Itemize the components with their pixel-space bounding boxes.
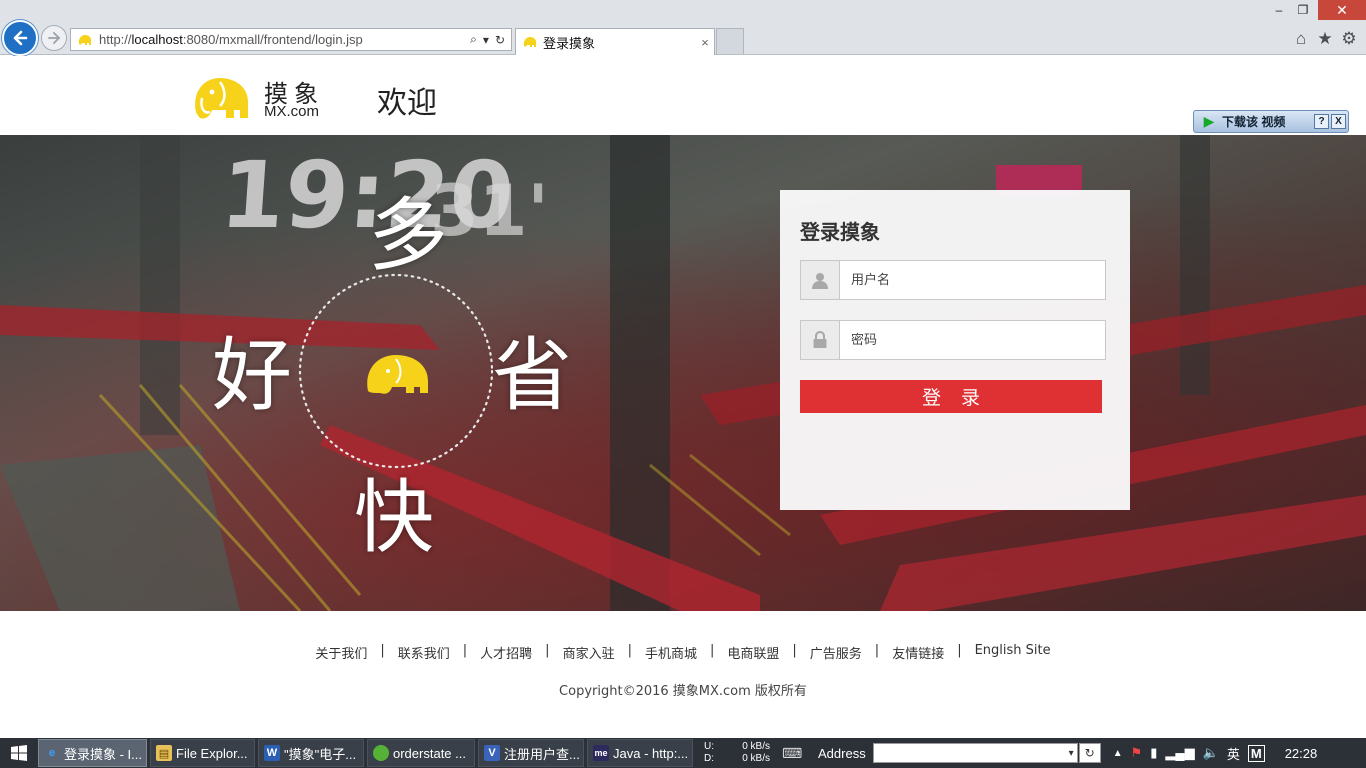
footer-separator: | (627, 643, 632, 658)
footer-link-friends[interactable]: 友情链接 (892, 643, 944, 662)
arrow-right-icon (48, 32, 61, 44)
footer-link-about[interactable]: 关于我们 (315, 643, 367, 662)
ie-icon: e (48, 747, 56, 759)
tab-title: 登录摸象 (543, 35, 596, 51)
chevron-up-icon[interactable]: ▲ (1113, 748, 1123, 759)
footer-separator: | (380, 643, 385, 658)
footer-link-merchants[interactable]: 商家入驻 (563, 643, 615, 662)
network-icon[interactable]: ▂▄▆ (1165, 745, 1194, 761)
volume-icon[interactable]: 🔈 (1203, 745, 1219, 761)
download-video-button[interactable]: 下载该 视频 (1218, 113, 1314, 130)
footer-link-contact[interactable]: 联系我们 (398, 643, 450, 662)
logo-domain: MX.com (264, 103, 320, 120)
footer-link-alliance[interactable]: 电商联盟 (727, 643, 779, 662)
taskbar-item-word[interactable]: W "摸象"电子... (258, 739, 364, 767)
copyright-text: Copyright©2016 摸象MX.com 版权所有 (559, 684, 807, 699)
favorites-star-icon[interactable]: ★ (1314, 28, 1336, 50)
app-icon (373, 745, 389, 761)
taskbar-address-label: Address (818, 745, 866, 761)
refresh-icon[interactable]: ↻ (495, 33, 505, 47)
hero-banner: 19:20 31' 多 好 省 快 登录摸象 登录 (0, 135, 1366, 611)
home-icon[interactable]: ⌂ (1290, 28, 1312, 50)
warehouse-background-image: 19:20 31' (0, 135, 1366, 611)
ime-indicator[interactable]: 英 (1227, 744, 1240, 763)
word-icon: W (264, 745, 280, 761)
taskbar-item-visio[interactable]: V 注册用户查... (478, 739, 584, 767)
footer-link-mobile[interactable]: 手机商城 (645, 643, 697, 662)
elephant-favicon-icon (523, 37, 537, 47)
windows-logo-icon (11, 745, 27, 761)
network-speed: U: 0 kB/s D: 0 kB/s (704, 741, 770, 764)
play-icon[interactable]: ▶ (1200, 113, 1218, 130)
elephant-favicon-icon (78, 34, 92, 45)
site-header: 摸象 MX.com 欢迎 ▶ 下载该 视频 ? X (0, 56, 1366, 135)
eclipse-icon: me (593, 745, 609, 761)
footer-separator: | (792, 643, 797, 658)
taskbar-item-ie[interactable]: e 登录摸象 - I... (38, 739, 147, 767)
taskbar-address-input[interactable]: ▾ (872, 743, 1078, 763)
site-footer: 关于我们 | 联系我们 | 人才招聘 | 商家入驻 | 手机商城 | 电商联盟 … (0, 611, 1366, 738)
minimize-button[interactable]: ‒ (1268, 0, 1290, 20)
footer-separator: | (957, 643, 962, 658)
browser-chrome: http://localhost:8080/mxmall/frontend/lo… (0, 0, 1366, 56)
footer-link-english[interactable]: English Site (975, 643, 1051, 662)
close-icon[interactable]: X (1331, 114, 1346, 129)
password-input[interactable] (840, 321, 1105, 359)
login-panel: 登录摸象 登录 (780, 190, 1130, 510)
footer-separator: | (874, 643, 880, 658)
gear-icon[interactable]: ⚙ (1338, 28, 1360, 50)
footer-separator: | (462, 643, 468, 658)
footer-separator: | (545, 643, 550, 658)
close-window-button[interactable]: ✕ (1318, 0, 1366, 20)
login-title: 登录摸象 (800, 222, 880, 244)
keyboard-icon[interactable]: ⌨ (782, 745, 802, 762)
taskbar-item-orderstate[interactable]: orderstate ... (367, 739, 475, 767)
search-icon[interactable]: ⌕ (470, 32, 477, 47)
chevron-down-icon[interactable]: ▾ (1069, 748, 1074, 759)
tab-login[interactable]: 登录摸象 × (515, 28, 715, 55)
new-tab-button[interactable] (716, 28, 744, 54)
video-download-widget: ▶ 下载该 视频 ? X (1193, 110, 1349, 133)
power-icon[interactable]: ▮ (1150, 745, 1157, 761)
taskbar-go-button[interactable]: ↻ (1078, 743, 1101, 763)
slogan-sheng: 省 (492, 329, 572, 422)
address-bar[interactable]: http://localhost:8080/mxmall/frontend/lo… (70, 28, 512, 51)
ime-mode-icon[interactable]: M (1247, 744, 1265, 762)
dropdown-icon[interactable]: ▾ (483, 33, 489, 47)
folder-icon: ▤ (156, 745, 172, 761)
visio-icon: V (484, 745, 500, 761)
back-button[interactable] (2, 20, 38, 56)
username-field (800, 260, 1106, 300)
url-text: http://localhost:8080/mxmall/frontend/lo… (99, 32, 363, 47)
footer-link-ads[interactable]: 广告服务 (810, 643, 862, 662)
taskbar-item-explorer[interactable]: ▤ File Explor... (150, 739, 255, 767)
forward-button[interactable] (41, 25, 67, 51)
lock-icon (801, 321, 840, 359)
password-field (800, 320, 1106, 360)
flag-icon[interactable]: ⚑ (1131, 745, 1143, 761)
login-button[interactable]: 登录 (800, 380, 1102, 413)
arrow-left-icon (13, 30, 28, 46)
tab-close-icon[interactable]: × (696, 35, 714, 50)
slogan-hao: 好 (212, 329, 292, 422)
start-button[interactable] (0, 738, 38, 768)
username-input[interactable] (840, 261, 1105, 299)
windows-taskbar: e 登录摸象 - I... ▤ File Explor... W "摸象"电子.… (0, 738, 1366, 768)
footer-link-careers[interactable]: 人才招聘 (480, 643, 532, 662)
help-icon[interactable]: ? (1314, 114, 1329, 129)
slogan-kuai: 快 (354, 471, 434, 564)
slogan-duo: 多 (368, 189, 448, 282)
maximize-button[interactable]: ❐ (1292, 0, 1314, 20)
taskbar-item-eclipse[interactable]: me Java - http:... (587, 739, 693, 767)
footer-separator: | (709, 643, 715, 658)
welcome-title: 欢迎 (377, 86, 437, 121)
footer-links: 关于我们 | 联系我们 | 人才招聘 | 商家入驻 | 手机商城 | 电商联盟 … (0, 643, 1366, 662)
taskbar-clock[interactable]: 22:28 (1285, 746, 1318, 761)
user-icon (801, 261, 840, 299)
